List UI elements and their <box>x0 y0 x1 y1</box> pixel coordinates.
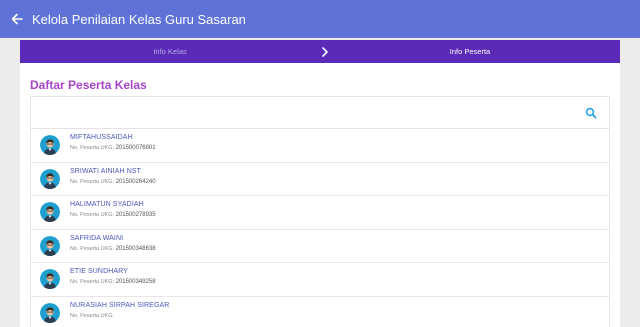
teacher-avatar-icon <box>40 302 60 323</box>
stepper: Info Kelas Info Peserta <box>20 40 620 63</box>
list-item[interactable]: MIFTAHUSSAIDAH No. Peserta UKG: 20150007… <box>30 129 610 163</box>
teacher-avatar-icon <box>40 235 60 256</box>
search-input[interactable] <box>37 103 567 123</box>
participant-number-label: No. Peserta UKG: <box>70 279 115 285</box>
participant-number: No. Peserta UKG: 201500278935 <box>70 212 156 218</box>
participant-number-value: 201500076801 <box>115 145 156 151</box>
participant-number-value: 201500278935 <box>115 212 156 218</box>
participant-number: No. Peserta UKG: 201500349258 <box>70 279 156 285</box>
list-item[interactable]: NURASIAH SIRPAH SIREGAR No. Peserta UKG: <box>30 296 610 327</box>
list-item[interactable]: ETIE SUNDHARY No. Peserta UKG: 201500349… <box>30 263 610 297</box>
participant-number-value: 201500349258 <box>115 279 156 285</box>
teacher-avatar-icon <box>40 135 60 155</box>
participant-number-label: No. Peserta UKG: <box>70 178 115 185</box>
participant-name: SAFRIDA WAINI <box>70 234 124 242</box>
participant-name: NURASIAH SIRPAH SIREGAR <box>70 301 170 309</box>
participant-number-label: No. Peserta UKG: <box>70 245 115 252</box>
list-item[interactable]: HALIMATUN SYADIAH No. Peserta UKG: 20150… <box>30 196 610 230</box>
chevron-right-icon <box>319 40 331 63</box>
teacher-avatar-icon <box>40 168 60 189</box>
participant-list: MIFTAHUSSAIDAH No. Peserta UKG: 20150007… <box>30 129 610 327</box>
section-title: Daftar Peserta Kelas <box>30 78 147 92</box>
participant-name: HALIMATUN SYADIAH <box>70 201 144 208</box>
participant-name: MIFTAHUSSAIDAH <box>70 134 133 141</box>
tab-info-peserta[interactable]: Info Peserta <box>320 40 620 63</box>
teacher-avatar-icon <box>40 202 60 222</box>
tab-info-kelas[interactable]: Info Kelas <box>20 40 320 63</box>
search-bar <box>30 96 610 129</box>
page-title: Kelola Penilaian Kelas Guru Sasaran <box>32 11 246 27</box>
list-item[interactable]: SRIWATI AINIAH NST No. Peserta UKG: 2015… <box>30 162 610 196</box>
list-item[interactable]: SAFRIDA WAINI No. Peserta UKG: 201500348… <box>30 229 610 263</box>
participant-name: ETIE SUNDHARY <box>70 268 128 275</box>
back-button[interactable] <box>2 0 32 38</box>
participant-number: No. Peserta UKG: 201500348638 <box>70 246 156 252</box>
participant-number-value: 201500348638 <box>115 245 156 252</box>
participant-number-label: No. Peserta UKG: <box>70 145 115 151</box>
participant-number: No. Peserta UKG: <box>70 313 114 319</box>
teacher-avatar-icon <box>40 269 60 289</box>
participant-card: Daftar Peserta Kelas MIFTAHUSSAIDAH No. … <box>20 63 620 327</box>
participant-number-label: No. Peserta UKG: <box>70 212 115 218</box>
app-bar: Kelola Penilaian Kelas Guru Sasaran <box>0 0 640 38</box>
participant-number-label: No. Peserta UKG: <box>70 312 115 319</box>
participant-number-value: 201500264240 <box>115 178 156 185</box>
search-icon[interactable] <box>585 107 597 119</box>
participant-number: No. Peserta UKG: 201500264240 <box>70 179 156 185</box>
participant-number: No. Peserta UKG: 201500076801 <box>70 145 156 151</box>
arrow-left-icon <box>11 13 23 25</box>
participant-name: SRIWATI AINIAH NST <box>70 167 142 175</box>
